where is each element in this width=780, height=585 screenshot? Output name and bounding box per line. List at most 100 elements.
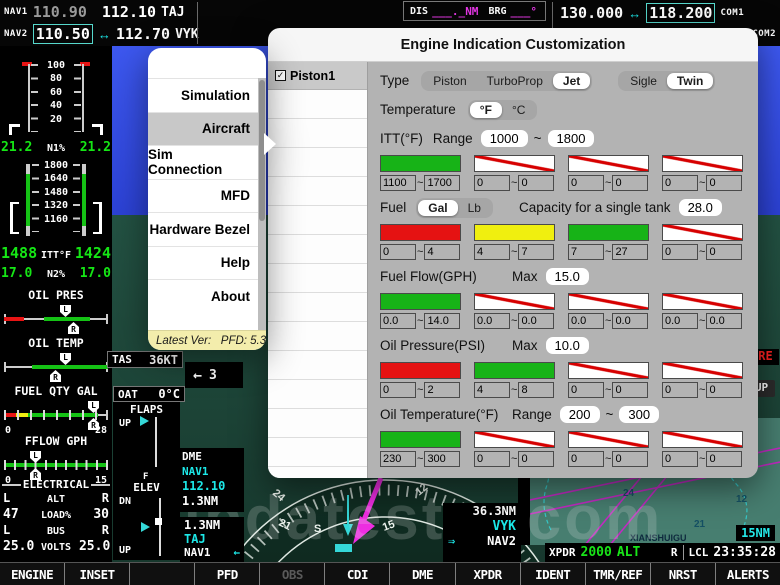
softkey-blank[interactable] (129, 563, 194, 585)
softkey-nrst[interactable]: NRST (650, 563, 715, 585)
softkey-engine[interactable]: ENGINE (0, 563, 64, 585)
itt-band-swatch[interactable] (380, 155, 461, 172)
fflow-band-to-input[interactable]: 0.0 (518, 313, 554, 329)
fflow-band-from-input[interactable]: 0.0 (380, 313, 416, 329)
menu-item-help[interactable]: Help (148, 246, 266, 280)
softkey-inset[interactable]: INSET (64, 563, 129, 585)
oilt-band-to-input[interactable]: 0 (706, 451, 742, 467)
itt-band-swatch[interactable] (568, 155, 649, 172)
oilt-band-from-input[interactable]: 230 (380, 451, 416, 467)
oil-temperature-min-input[interactable]: 200 (560, 406, 600, 423)
itt-range-min-input[interactable]: 1000 (481, 130, 528, 147)
fuel-band-to-input[interactable]: 0 (706, 244, 742, 260)
oilp-band-swatch[interactable] (568, 362, 649, 379)
itt-band-to-input[interactable]: 0 (518, 175, 554, 191)
oilt-band-swatch[interactable] (568, 431, 649, 448)
oil-pressure-max-input[interactable]: 10.0 (546, 337, 589, 354)
engine-checkbox[interactable]: ✓ (275, 70, 286, 81)
itt-band-to-input[interactable]: 1700 (424, 175, 460, 191)
menu-item-simulation[interactable]: Simulation (148, 78, 266, 112)
temp-option-f[interactable]: °F (470, 102, 502, 118)
itt-band-swatch[interactable] (662, 155, 743, 172)
temp-option-c[interactable]: °C (502, 102, 535, 118)
softkey-tmr-ref[interactable]: TMR/REF (585, 563, 650, 585)
itt-band-to-input[interactable]: 0 (612, 175, 648, 191)
oilp-band-swatch[interactable] (380, 362, 461, 379)
type-option-piston[interactable]: Piston (423, 73, 476, 89)
oilp-band-from-input[interactable]: 4 (474, 382, 510, 398)
itt-band-to-input[interactable]: 0 (706, 175, 742, 191)
fflow-band-from-input[interactable]: 0.0 (568, 313, 604, 329)
fuel-band-swatch[interactable] (662, 224, 743, 241)
fuel-option-gal[interactable]: Gal (418, 200, 457, 216)
softkey-xpdr[interactable]: XPDR (455, 563, 520, 585)
oilp-band-swatch[interactable] (662, 362, 743, 379)
oilp-band-from-input[interactable]: 0 (662, 382, 698, 398)
menu-scrollbar[interactable] (258, 78, 266, 330)
fuel-band-from-input[interactable]: 0 (662, 244, 698, 260)
oilt-band-swatch[interactable] (380, 431, 461, 448)
itt-band-from-input[interactable]: 0 (568, 175, 604, 191)
itt-band-swatch[interactable] (474, 155, 555, 172)
fflow-band-to-input[interactable]: 0.0 (706, 313, 742, 329)
fflow-band-to-input[interactable]: 14.0 (424, 313, 460, 329)
fuel-band-to-input[interactable]: 7 (518, 244, 554, 260)
oilt-band-to-input[interactable]: 300 (424, 451, 460, 467)
softkey-ident[interactable]: IDENT (520, 563, 585, 585)
softkey-dme[interactable]: DME (389, 563, 454, 585)
softkey-pfd[interactable]: PFD (194, 563, 259, 585)
fuel-band-from-input[interactable]: 4 (474, 244, 510, 260)
oilp-band-to-input[interactable]: 8 (518, 382, 554, 398)
oilp-band-to-input[interactable]: 0 (706, 382, 742, 398)
count-option-sigle[interactable]: Sigle (620, 73, 667, 89)
fflow-band-swatch[interactable] (380, 293, 461, 310)
fuel-band-to-input[interactable]: 4 (424, 244, 460, 260)
menu-item-aircraft[interactable]: Aircraft (148, 112, 266, 146)
engine-list-item[interactable]: ✓ Piston1 (268, 62, 367, 90)
menu-item-mfd[interactable]: MFD (148, 179, 266, 213)
oilp-band-from-input[interactable]: 0 (380, 382, 416, 398)
oil-temperature-max-input[interactable]: 300 (619, 406, 659, 423)
oilt-band-to-input[interactable]: 0 (518, 451, 554, 467)
oilt-band-from-input[interactable]: 0 (568, 451, 604, 467)
menu-item-about[interactable]: About (148, 279, 266, 313)
fuel-band-swatch[interactable] (474, 224, 555, 241)
itt-range-max-input[interactable]: 1800 (548, 130, 595, 147)
itt-band-from-input[interactable]: 0 (474, 175, 510, 191)
oilt-band-from-input[interactable]: 0 (474, 451, 510, 467)
com1-swap-icon[interactable]: ↔ (628, 6, 641, 21)
capacity-input[interactable]: 28.0 (679, 199, 722, 216)
menu-item-hardware-bezel[interactable]: Hardware Bezel (148, 212, 266, 246)
fflow-band-from-input[interactable]: 0.0 (662, 313, 698, 329)
fuel-flow-max-input[interactable]: 15.0 (546, 268, 589, 285)
fuel-option-lb[interactable]: Lb (458, 200, 491, 216)
fflow-band-swatch[interactable] (662, 293, 743, 310)
fuel-band-swatch[interactable] (380, 224, 461, 241)
oilp-band-swatch[interactable] (474, 362, 555, 379)
type-option-turboprop[interactable]: TurboProp (477, 73, 553, 89)
softkey-alerts[interactable]: ALERTS (715, 563, 780, 585)
oilt-band-from-input[interactable]: 0 (662, 451, 698, 467)
fflow-band-swatch[interactable] (474, 293, 555, 310)
oilp-band-to-input[interactable]: 2 (424, 382, 460, 398)
oilt-band-swatch[interactable] (662, 431, 743, 448)
oilt-band-swatch[interactable] (474, 431, 555, 448)
fuel-band-from-input[interactable]: 0 (380, 244, 416, 260)
oilp-band-to-input[interactable]: 0 (612, 382, 648, 398)
fflow-band-from-input[interactable]: 0.0 (474, 313, 510, 329)
softkey-cdi[interactable]: CDI (324, 563, 389, 585)
menu-item-sim-connection[interactable]: Sim Connection (148, 145, 266, 179)
count-option-twin[interactable]: Twin (667, 73, 713, 89)
fuel-band-from-input[interactable]: 7 (568, 244, 604, 260)
itt-band-from-input[interactable]: 0 (662, 175, 698, 191)
itt-band-from-input[interactable]: 1100 (380, 175, 416, 191)
oilt-band-to-input[interactable]: 0 (612, 451, 648, 467)
fflow-band-to-input[interactable]: 0.0 (612, 313, 648, 329)
fflow-band-swatch[interactable] (568, 293, 649, 310)
fuel-band-to-input[interactable]: 27 (612, 244, 648, 260)
oilp-band-from-input[interactable]: 0 (568, 382, 604, 398)
softkey-obs[interactable]: OBS (259, 563, 324, 585)
nav2-swap-icon[interactable]: ↔ (98, 27, 111, 42)
fuel-band-swatch[interactable] (568, 224, 649, 241)
type-option-jet[interactable]: Jet (553, 73, 590, 89)
